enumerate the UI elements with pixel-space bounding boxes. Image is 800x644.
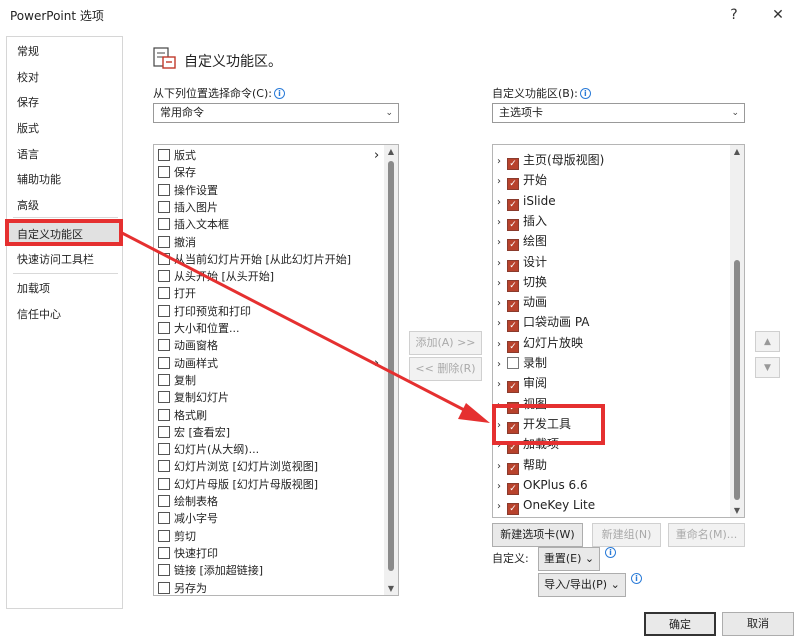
annotation-arrow	[121, 231, 490, 423]
